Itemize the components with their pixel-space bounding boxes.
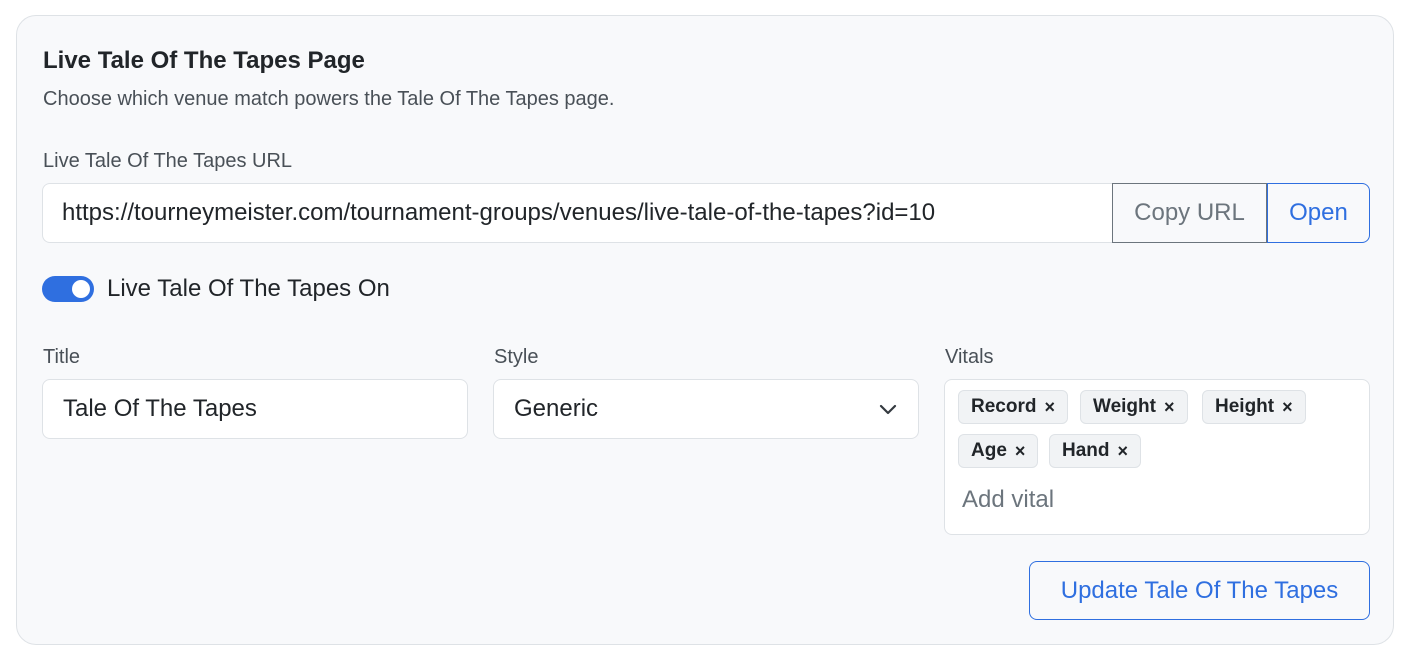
url-input-group: https://tourneymeister.com/tournament-gr… xyxy=(42,183,1370,243)
live-toggle-switch[interactable] xyxy=(42,276,94,302)
vitals-input[interactable]: Record × Weight × Height × Age × Hand × xyxy=(944,379,1370,535)
close-icon[interactable]: × xyxy=(1164,398,1175,416)
tale-of-tapes-card: Live Tale Of The Tapes Page Choose which… xyxy=(16,15,1394,645)
vital-chip-weight: Weight × xyxy=(1080,390,1188,424)
vital-chip-record: Record × xyxy=(958,390,1068,424)
vital-chip-label: Hand xyxy=(1062,440,1110,461)
open-url-button[interactable]: Open xyxy=(1267,183,1370,243)
vital-chip-label: Weight xyxy=(1093,396,1156,417)
close-icon[interactable]: × xyxy=(1282,398,1293,416)
vital-chip-hand: Hand × xyxy=(1049,434,1142,468)
url-input[interactable]: https://tourneymeister.com/tournament-gr… xyxy=(42,183,1112,243)
vitals-label: Vitals xyxy=(945,346,994,368)
copy-url-button[interactable]: Copy URL xyxy=(1112,183,1267,243)
section-title: Live Tale Of The Tapes Page xyxy=(43,47,365,74)
chevron-down-icon xyxy=(878,399,898,419)
style-label: Style xyxy=(494,346,539,368)
vital-chip-label: Record xyxy=(971,396,1037,417)
title-input[interactable]: Tale Of The Tapes xyxy=(42,379,468,439)
section-subtitle: Choose which venue match powers the Tale… xyxy=(43,88,615,110)
toggle-knob xyxy=(72,280,90,298)
style-select[interactable]: Generic xyxy=(493,379,919,439)
live-toggle-label: Live Tale Of The Tapes On xyxy=(107,275,390,302)
style-selected-value: Generic xyxy=(514,395,599,422)
title-label: Title xyxy=(43,346,81,368)
update-tale-of-tapes-button[interactable]: Update Tale Of The Tapes xyxy=(1029,561,1370,620)
add-vital-input[interactable] xyxy=(962,486,1342,514)
vital-chip-height: Height × xyxy=(1202,390,1306,424)
url-label: Live Tale Of The Tapes URL xyxy=(43,150,293,172)
close-icon[interactable]: × xyxy=(1118,442,1129,460)
close-icon[interactable]: × xyxy=(1015,442,1026,460)
vital-chip-label: Age xyxy=(971,440,1007,461)
vital-chip-age: Age × xyxy=(958,434,1039,468)
live-toggle-row: Live Tale Of The Tapes On xyxy=(42,275,390,303)
vital-chip-label: Height xyxy=(1215,396,1275,417)
close-icon[interactable]: × xyxy=(1044,398,1055,416)
